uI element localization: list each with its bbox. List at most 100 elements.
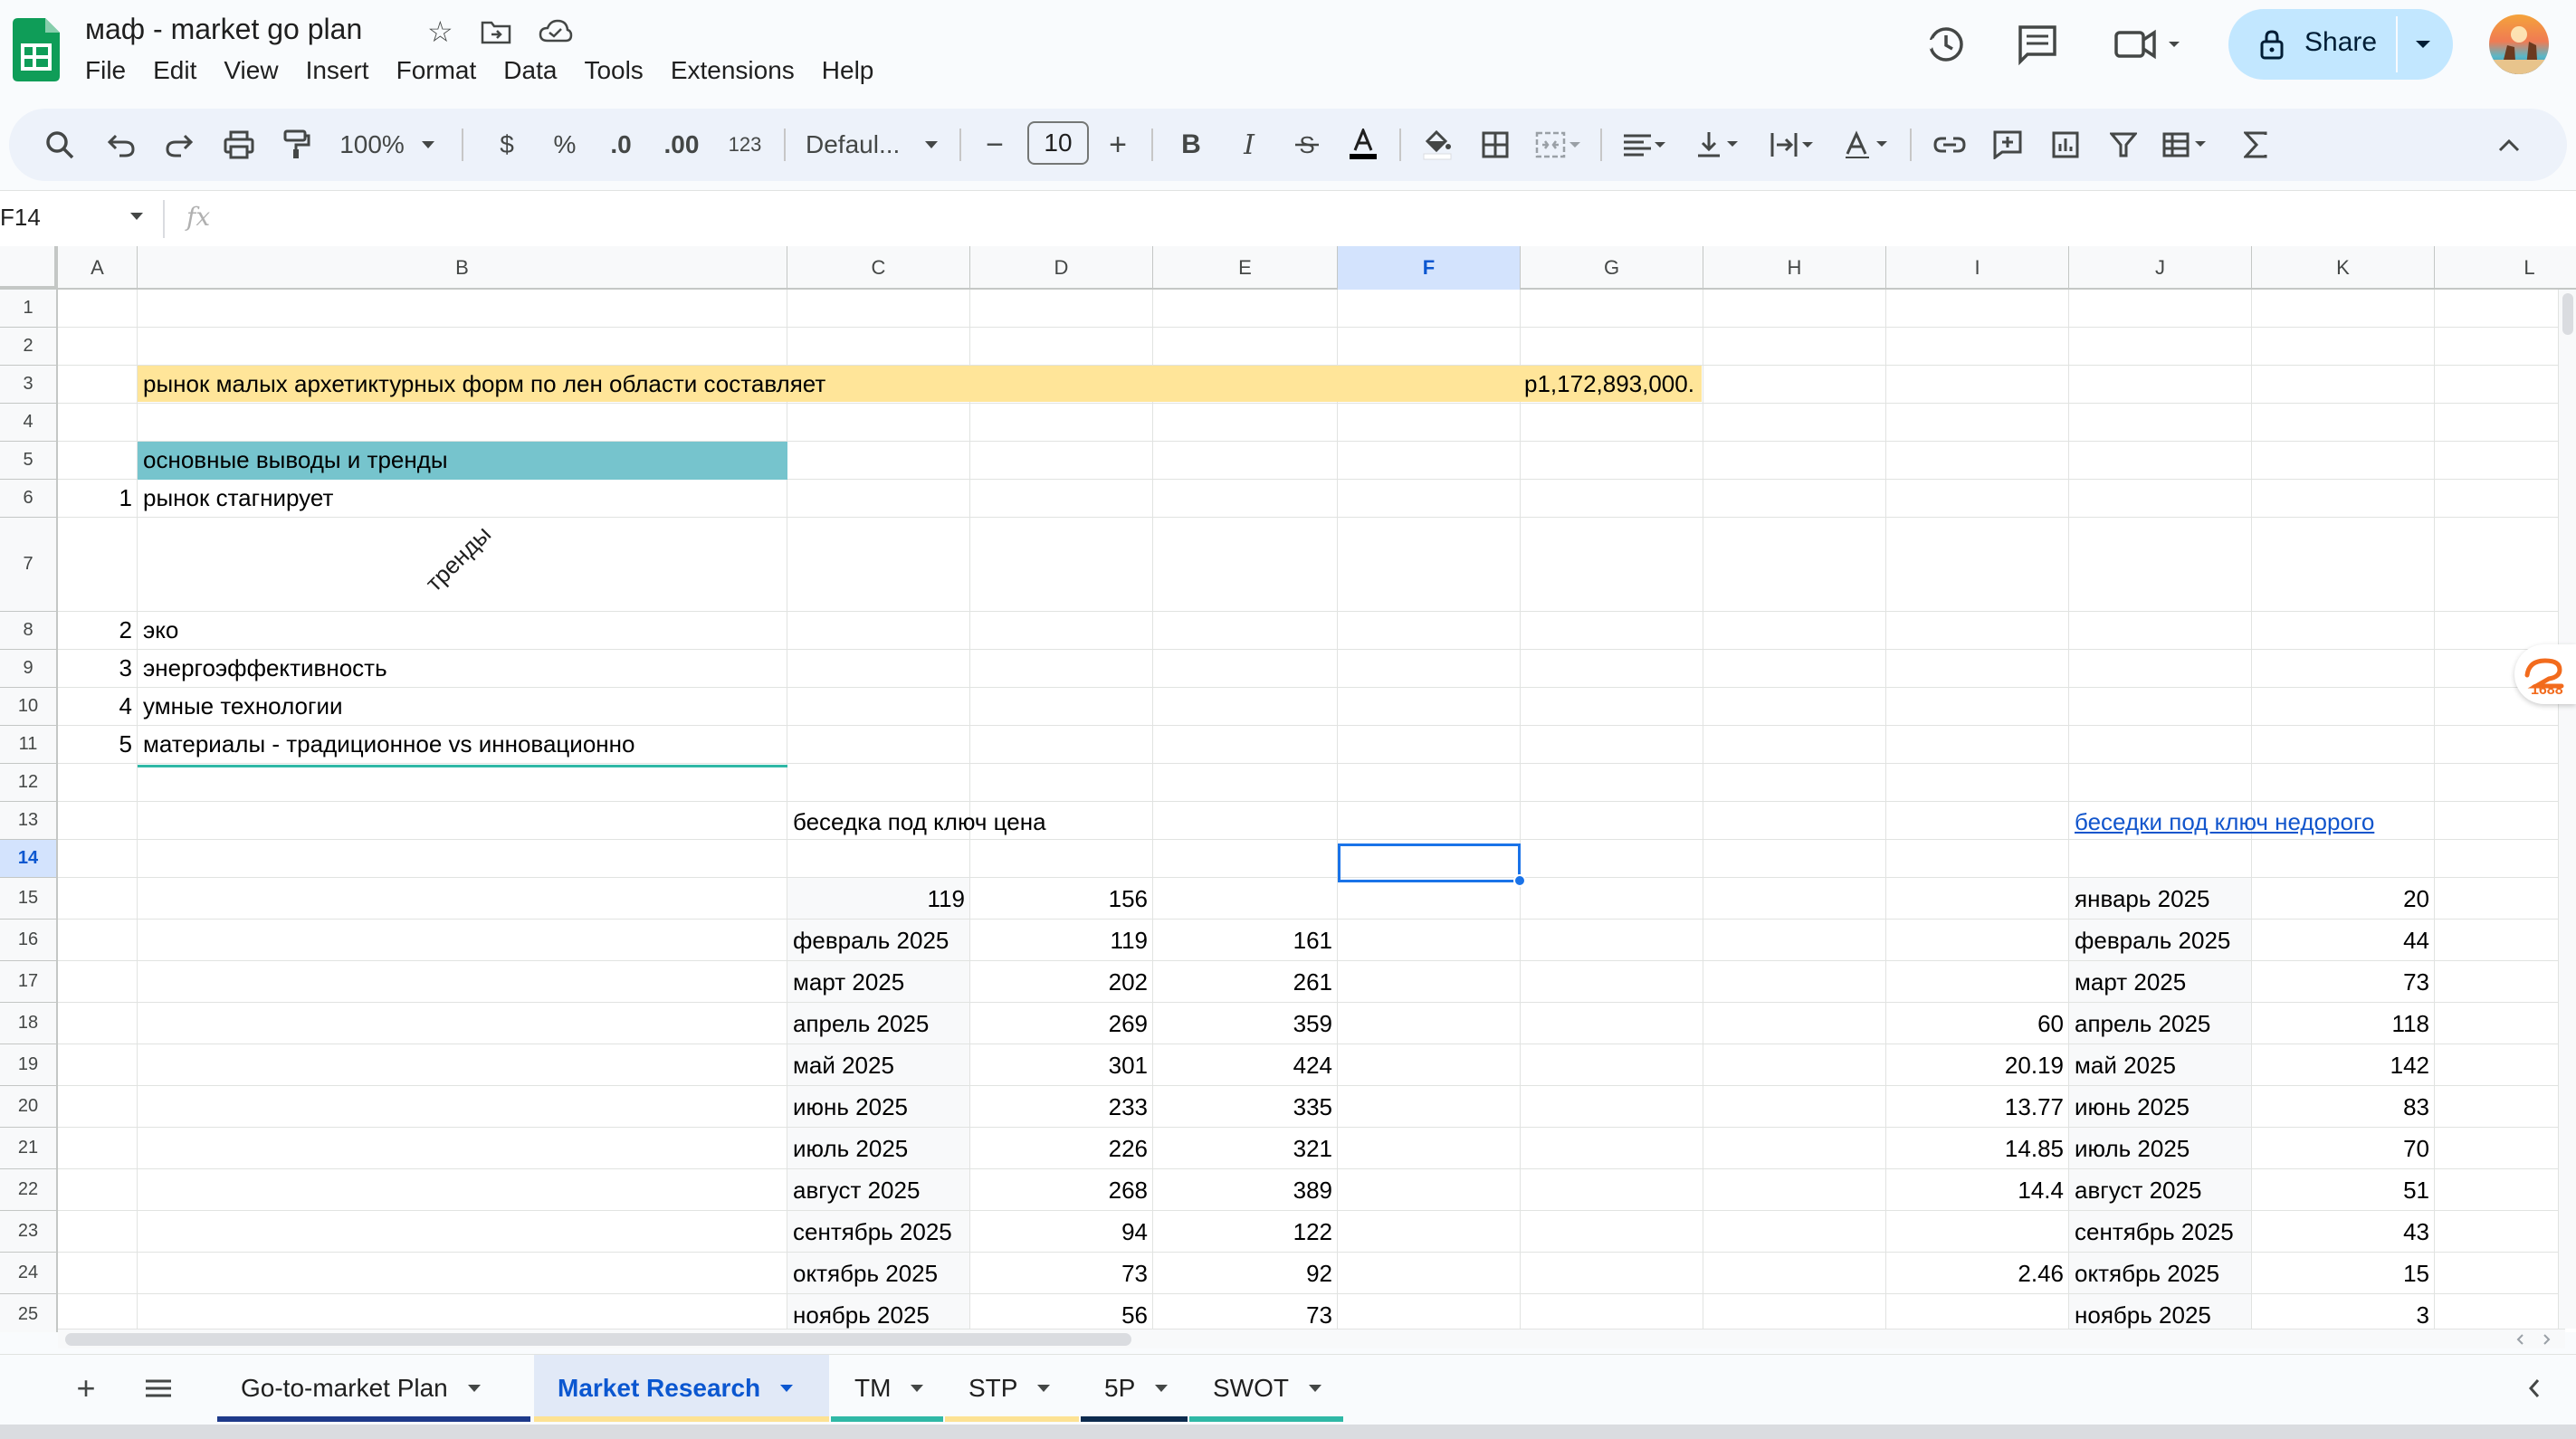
- share-dropdown-icon[interactable]: [2413, 34, 2433, 54]
- cell-d24[interactable]: 73: [976, 1255, 1148, 1291]
- cell-b10[interactable]: умные технологии: [143, 688, 343, 724]
- row-header-23[interactable]: 23: [0, 1211, 58, 1253]
- column-header-h[interactable]: H: [1703, 246, 1886, 290]
- cell-c20[interactable]: июнь 2025: [793, 1089, 908, 1125]
- currency-format-button[interactable]: $: [480, 109, 534, 181]
- cell-b8[interactable]: эко: [143, 612, 178, 648]
- cell-b11[interactable]: материалы - традиционное vs инновационно: [143, 726, 634, 762]
- text-color-icon[interactable]: [1336, 109, 1390, 181]
- cell-i20[interactable]: 13.77: [1892, 1089, 2064, 1125]
- menu-data[interactable]: Data: [503, 56, 568, 85]
- menu-extensions[interactable]: Extensions: [671, 56, 806, 85]
- star-icon[interactable]: ☆: [427, 14, 453, 49]
- cell-a11[interactable]: 5: [58, 726, 132, 762]
- cell-a9[interactable]: 3: [58, 650, 132, 686]
- cell-d16[interactable]: 119: [976, 922, 1148, 958]
- cell-c19[interactable]: май 2025: [793, 1047, 894, 1083]
- cell-b3[interactable]: рынок малых архетиктурных форм по лен об…: [143, 366, 825, 402]
- cell-c13[interactable]: беседка под ключ цена: [793, 804, 1046, 840]
- row-header-12[interactable]: 12: [0, 764, 58, 802]
- increase-font-size-button[interactable]: +: [1095, 109, 1140, 181]
- filter-icon[interactable]: [2096, 109, 2151, 181]
- cell-c18[interactable]: апрель 2025: [793, 1005, 929, 1042]
- row-header-9[interactable]: 9: [0, 650, 58, 688]
- tabs-scroll-left-icon[interactable]: [2516, 1355, 2552, 1422]
- cell-b5[interactable]: основные выводы и тренды: [143, 442, 448, 478]
- cell-e20[interactable]: 335: [1159, 1089, 1332, 1125]
- cell-e24[interactable]: 92: [1159, 1255, 1332, 1291]
- document-title[interactable]: маф - market go plan: [85, 13, 362, 46]
- menu-edit[interactable]: Edit: [153, 56, 207, 85]
- decrease-font-size-button[interactable]: −: [972, 109, 1017, 181]
- meet-video-icon[interactable]: [2113, 22, 2185, 67]
- cell-i24[interactable]: 2.46: [1892, 1255, 2064, 1291]
- borders-icon[interactable]: [1468, 109, 1522, 181]
- cell-c23[interactable]: сентябрь 2025: [793, 1214, 952, 1250]
- row-header-18[interactable]: 18: [0, 1003, 58, 1044]
- extension-badge[interactable]: 1688: [2514, 644, 2576, 704]
- column-header-f[interactable]: F: [1338, 246, 1521, 290]
- undo-icon[interactable]: [94, 109, 148, 181]
- cell-e16[interactable]: 161: [1159, 922, 1332, 958]
- zoom-value[interactable]: 100%: [331, 109, 413, 181]
- cell-k19[interactable]: 142: [2257, 1047, 2429, 1083]
- cell-j19[interactable]: май 2025: [2075, 1047, 2176, 1083]
- functions-icon[interactable]: [2228, 109, 2283, 181]
- column-header-l[interactable]: L: [2435, 246, 2576, 290]
- name-box-dropdown-icon[interactable]: [129, 211, 145, 222]
- cell-c24[interactable]: октябрь 2025: [793, 1255, 938, 1291]
- fill-color-icon[interactable]: [1410, 109, 1465, 181]
- cell-c25[interactable]: ноябрь 2025: [793, 1297, 930, 1332]
- row-header-10[interactable]: 10: [0, 688, 58, 726]
- share-button[interactable]: Share: [2228, 9, 2453, 80]
- row-header-16[interactable]: 16: [0, 920, 58, 961]
- more-formats-button[interactable]: 123: [713, 109, 777, 181]
- row-header-8[interactable]: 8: [0, 612, 58, 650]
- horizontal-align-icon[interactable]: [1613, 109, 1676, 181]
- row-header-21[interactable]: 21: [0, 1128, 58, 1169]
- cell-j23[interactable]: сентябрь 2025: [2075, 1214, 2234, 1250]
- print-icon[interactable]: [212, 109, 266, 181]
- row-header-7[interactable]: 7: [0, 518, 58, 612]
- sheet-tab-5p[interactable]: 5P: [1081, 1355, 1188, 1422]
- move-to-folder-icon[interactable]: [481, 19, 511, 44]
- filter-views-icon[interactable]: [2154, 109, 2218, 181]
- cell-e22[interactable]: 389: [1159, 1172, 1332, 1208]
- cell-d18[interactable]: 269: [976, 1005, 1148, 1042]
- all-sheets-icon[interactable]: [136, 1355, 181, 1422]
- column-header-k[interactable]: K: [2252, 246, 2435, 290]
- cell-j22[interactable]: август 2025: [2075, 1172, 2201, 1208]
- menu-file[interactable]: File: [85, 56, 137, 85]
- cell-c16[interactable]: февраль 2025: [793, 922, 949, 958]
- row-header-1[interactable]: 1: [0, 290, 58, 328]
- column-header-e[interactable]: E: [1153, 246, 1338, 290]
- row-header-6[interactable]: 6: [0, 480, 58, 518]
- cell-k17[interactable]: 73: [2257, 964, 2429, 1000]
- cell-g3[interactable]: р1,172,893,000.: [1524, 366, 1694, 402]
- column-header-a[interactable]: A: [58, 246, 138, 290]
- italic-button[interactable]: I: [1222, 109, 1276, 181]
- cell-j16[interactable]: февраль 2025: [2075, 922, 2230, 958]
- cell-k24[interactable]: 15: [2257, 1255, 2429, 1291]
- row-header-17[interactable]: 17: [0, 961, 58, 1003]
- cell-b9[interactable]: энергоэффективность: [143, 650, 387, 686]
- increase-decimal-button[interactable]: .00: [650, 109, 713, 181]
- cell-j21[interactable]: июль 2025: [2075, 1130, 2190, 1167]
- horizontal-scroll-thumb[interactable]: [65, 1333, 1131, 1346]
- fill-handle[interactable]: [1513, 874, 1526, 887]
- cell-d19[interactable]: 301: [976, 1047, 1148, 1083]
- sheets-logo-icon[interactable]: [13, 18, 60, 81]
- cell-e21[interactable]: 321: [1159, 1130, 1332, 1167]
- sheet-tab-go-to-market-plan[interactable]: Go-to-market Plan: [217, 1355, 530, 1422]
- sheet-tab-market-research[interactable]: Market Research: [534, 1355, 829, 1422]
- sheet-tab-tm[interactable]: TM: [831, 1355, 943, 1422]
- cell-d20[interactable]: 233: [976, 1089, 1148, 1125]
- row-header-19[interactable]: 19: [0, 1044, 58, 1086]
- comments-icon[interactable]: [2015, 22, 2060, 67]
- cell-k15[interactable]: 20: [2257, 881, 2429, 917]
- cell-j25[interactable]: ноябрь 2025: [2075, 1297, 2211, 1332]
- cell-k16[interactable]: 44: [2257, 922, 2429, 958]
- menu-format[interactable]: Format: [396, 56, 488, 85]
- vertical-scrollbar[interactable]: [2558, 290, 2576, 1329]
- row-header-11[interactable]: 11: [0, 726, 58, 764]
